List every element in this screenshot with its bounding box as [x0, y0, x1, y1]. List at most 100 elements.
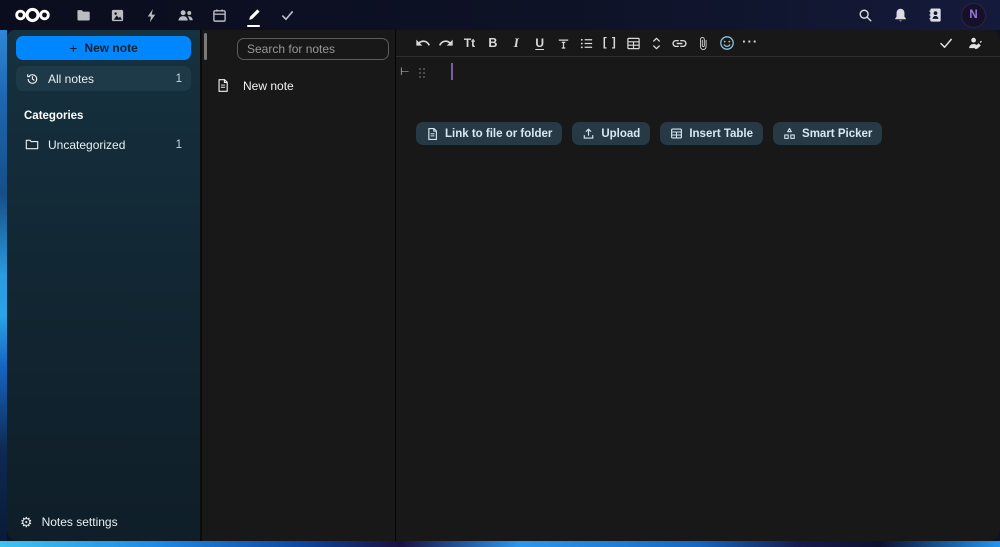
calendar-icon: [212, 8, 227, 23]
insert-block-marker[interactable]: ⊢: [400, 67, 410, 78]
note-list-item[interactable]: New note: [202, 72, 395, 99]
saved-check-icon: [938, 35, 954, 51]
app-photos-button[interactable]: [109, 0, 126, 30]
upload-button[interactable]: Upload: [572, 122, 650, 145]
app-activity-button[interactable]: [143, 0, 160, 30]
file-icon: [426, 127, 439, 141]
redo-button[interactable]: [434, 32, 457, 55]
contacts-icon: [177, 8, 194, 23]
background-image-bottom-strip: [0, 541, 1000, 547]
table-icon: [626, 36, 641, 51]
top-header-bar: N: [0, 0, 1000, 30]
user-avatar[interactable]: N: [961, 3, 986, 28]
contacts-menu-button[interactable]: [926, 0, 944, 30]
notes-settings-button[interactable]: ⚙ Notes settings: [7, 505, 200, 541]
link-icon: [671, 35, 688, 52]
underline-icon: U: [535, 36, 544, 50]
screen: N + New note All notes 1 Categories Unca…: [0, 0, 1000, 547]
sessions-people-icon: [967, 35, 984, 51]
app-contacts-button[interactable]: [177, 0, 194, 30]
header-right-actions: N: [856, 0, 986, 30]
category-label: Uncategorized: [48, 138, 125, 152]
history-icon: [25, 72, 39, 86]
insert-table-icon: [670, 127, 683, 140]
bullet-list-button[interactable]: [575, 32, 598, 55]
underline-button[interactable]: U: [528, 32, 551, 55]
category-count: 1: [176, 139, 182, 151]
toolbar-status-area: [934, 32, 987, 55]
attachment-button[interactable]: [692, 32, 715, 55]
code-block-button[interactable]: [ ]: [598, 32, 621, 55]
app-files-button[interactable]: [75, 0, 92, 30]
code-block-icon: [ ]: [603, 37, 617, 49]
photos-icon: [110, 8, 125, 23]
italic-button[interactable]: I: [505, 32, 528, 55]
new-note-button[interactable]: + New note: [16, 36, 191, 60]
smart-picker-button[interactable]: Smart Picker: [773, 122, 882, 145]
note-title: New note: [243, 79, 294, 93]
folder-icon: [76, 8, 91, 23]
sidebar-item-uncategorized[interactable]: Uncategorized 1: [16, 132, 191, 157]
insert-table-button[interactable]: Insert Table: [660, 122, 763, 145]
editor-panel: Tt B I U [ ]: [395, 30, 1000, 541]
sidebar-item-all-notes[interactable]: All notes 1: [16, 66, 191, 91]
background-image-left-strip: [0, 30, 7, 541]
bold-icon: B: [488, 36, 497, 50]
smart-picker-icon: [783, 127, 796, 140]
block-controls: ⊢: [400, 67, 425, 78]
emoji-button[interactable]: [715, 32, 738, 55]
search-notes-input[interactable]: [237, 38, 389, 60]
link-button[interactable]: [668, 32, 691, 55]
new-note-label: New note: [84, 41, 137, 55]
app-calendar-button[interactable]: [211, 0, 228, 30]
search-icon: [858, 8, 873, 23]
app-navigation: [75, 0, 296, 30]
ellipsis-icon: ···: [742, 34, 758, 53]
contacts-menu-icon: [928, 7, 943, 23]
strikethrough-icon: [556, 36, 571, 51]
notifications-button[interactable]: [891, 0, 909, 30]
unfold-button[interactable]: [645, 32, 668, 55]
editor-content-area[interactable]: ⊢ Link to file or folder Upload: [396, 57, 1000, 541]
upload-icon: [582, 127, 595, 140]
saved-status[interactable]: [934, 32, 957, 55]
italic-icon: I: [514, 35, 519, 51]
table-button[interactable]: [622, 32, 645, 55]
list-scrollbar[interactable]: [204, 33, 207, 60]
note-file-icon: [216, 78, 230, 93]
nextcloud-logo-icon: [14, 6, 51, 24]
bell-icon: [893, 7, 908, 23]
link-to-file-button[interactable]: Link to file or folder: [416, 122, 562, 145]
insert-table-label: Insert Table: [689, 128, 753, 140]
strikethrough-button[interactable]: [551, 32, 574, 55]
app-tasks-button[interactable]: [279, 0, 296, 30]
notes-settings-label: Notes settings: [42, 515, 118, 529]
plus-icon: +: [69, 41, 77, 55]
text-caret: [451, 63, 453, 80]
redo-icon: [438, 35, 454, 51]
lightning-icon: [145, 8, 158, 23]
notes-sidebar: + New note All notes 1 Categories Uncate…: [7, 30, 200, 541]
nextcloud-logo[interactable]: [14, 6, 51, 24]
all-notes-label: All notes: [48, 72, 94, 86]
text-style-icon: Tt: [464, 36, 475, 50]
categories-heading: Categories: [7, 110, 200, 128]
active-sessions-button[interactable]: [964, 32, 987, 55]
paperclip-icon: [696, 36, 710, 51]
app-notes-button[interactable]: [245, 0, 262, 30]
undo-button[interactable]: [411, 32, 434, 55]
drag-handle-icon[interactable]: [419, 68, 425, 78]
upload-label: Upload: [601, 128, 640, 140]
bullet-list-icon: [579, 36, 594, 51]
more-options-button[interactable]: ···: [738, 32, 761, 55]
pencil-icon: [247, 8, 261, 22]
notes-list-panel: New note: [200, 30, 395, 541]
unified-search-button[interactable]: [856, 0, 874, 30]
undo-icon: [415, 35, 431, 51]
bold-button[interactable]: B: [481, 32, 504, 55]
text-style-button[interactable]: Tt: [458, 32, 481, 55]
app-content: + New note All notes 1 Categories Uncate…: [7, 30, 1000, 541]
link-to-file-label: Link to file or folder: [445, 128, 552, 140]
gear-icon: ⚙: [20, 515, 33, 529]
smart-picker-label: Smart Picker: [802, 128, 872, 140]
